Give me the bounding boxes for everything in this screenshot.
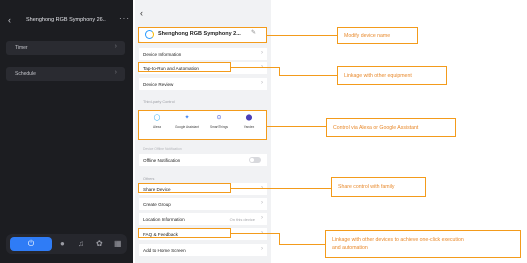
scene-icon[interactable]: ✿ <box>96 238 103 250</box>
timer-label: Timer <box>15 45 28 51</box>
music-icon[interactable]: ♫ <box>78 238 84 250</box>
third-party-section-label: Third-party Control <box>143 100 175 104</box>
callout-modify-name-text: Modify device name <box>344 33 391 39</box>
chevron-right-icon: › <box>261 50 263 56</box>
device-information-label: Device Information <box>143 51 182 57</box>
callout-modify-name: Modify device name <box>337 27 418 44</box>
offline-notification-item: Offline Notification <box>139 154 267 166</box>
chevron-right-icon: › <box>261 246 263 252</box>
chevron-right-icon: › <box>114 69 117 76</box>
device-review-item[interactable]: Device Review › <box>139 78 267 90</box>
chevron-right-icon: › <box>261 215 263 221</box>
timer-row[interactable]: Timer › <box>6 41 125 55</box>
add-to-home-screen-label: Add to Home Screen <box>143 247 186 253</box>
schedule-label: Schedule <box>15 71 36 77</box>
share-device-highlight <box>138 183 231 193</box>
more-dots-icon[interactable]: ··· <box>119 14 130 23</box>
others-section-label: Others <box>143 177 155 181</box>
third-party-highlight <box>138 110 267 140</box>
chevron-right-icon: › <box>114 43 117 50</box>
offline-notification-toggle[interactable] <box>249 157 261 163</box>
callout-linkage-one-click-line1: Linkage with other devices to achieve on… <box>332 237 464 243</box>
chevron-right-icon: › <box>261 80 263 86</box>
connector-line <box>231 233 279 234</box>
add-to-home-screen-item[interactable]: Add to Home Screen › <box>139 244 267 256</box>
offline-notification-label: Offline Notification <box>143 157 181 163</box>
location-information-item[interactable]: Location Information On this device › <box>139 213 267 225</box>
connector-line <box>279 244 325 245</box>
connector-line <box>279 75 337 76</box>
connector-line <box>231 67 279 68</box>
location-value: On this device <box>229 216 255 222</box>
chevron-left-icon[interactable]: ‹ <box>8 15 11 25</box>
connector-line <box>231 188 331 189</box>
callout-share-family-text: Share control with family <box>338 184 395 190</box>
faq-highlight <box>138 228 231 238</box>
device-information-item[interactable]: Device Information › <box>139 48 267 60</box>
tap-to-run-highlight <box>138 62 231 72</box>
callout-linkage-equipment: Linkage with other equipment <box>337 66 447 85</box>
device-name-highlight <box>138 27 267 43</box>
location-information-label: Location Information <box>143 216 185 222</box>
connector-line <box>279 233 280 244</box>
schedule-row[interactable]: Schedule › <box>6 67 125 81</box>
connector-line <box>267 35 337 36</box>
connector-line <box>267 126 326 127</box>
palette-icon[interactable]: ● <box>60 238 65 250</box>
grid-icon[interactable]: ▦ <box>114 238 122 250</box>
chevron-right-icon: › <box>261 200 263 206</box>
device-control-screen: ‹ Shenghong RGB Symphony 26.. ··· Timer … <box>0 0 133 263</box>
device-review-label: Device Review <box>143 81 174 87</box>
create-group-label: Create Group <box>143 201 171 207</box>
chevron-left-icon[interactable]: ‹ <box>140 8 143 18</box>
device-title: Shenghong RGB Symphony 26.. <box>26 17 106 23</box>
bottom-tab-bar: ⏻ ● ♫ ✿ ▦ <box>6 234 127 254</box>
callout-linkage-one-click-line2: and automation <box>332 245 368 251</box>
callout-linkage-one-click: Linkage with other devices to achieve on… <box>325 230 521 258</box>
offline-section-label: Device Offline Notification <box>143 147 182 151</box>
callout-linkage-equipment-text: Linkage with other equipment <box>344 73 412 79</box>
callout-alexa-google-text: Control via Alexa or Google Assistant <box>333 125 419 131</box>
callout-alexa-google: Control via Alexa or Google Assistant <box>326 118 456 137</box>
create-group-item[interactable]: Create Group › <box>139 198 267 210</box>
header-bar: ‹ Shenghong RGB Symphony 26.. ··· <box>0 0 133 42</box>
power-icon[interactable]: ⏻ <box>10 237 52 251</box>
callout-share-family: Share control with family <box>331 177 426 197</box>
